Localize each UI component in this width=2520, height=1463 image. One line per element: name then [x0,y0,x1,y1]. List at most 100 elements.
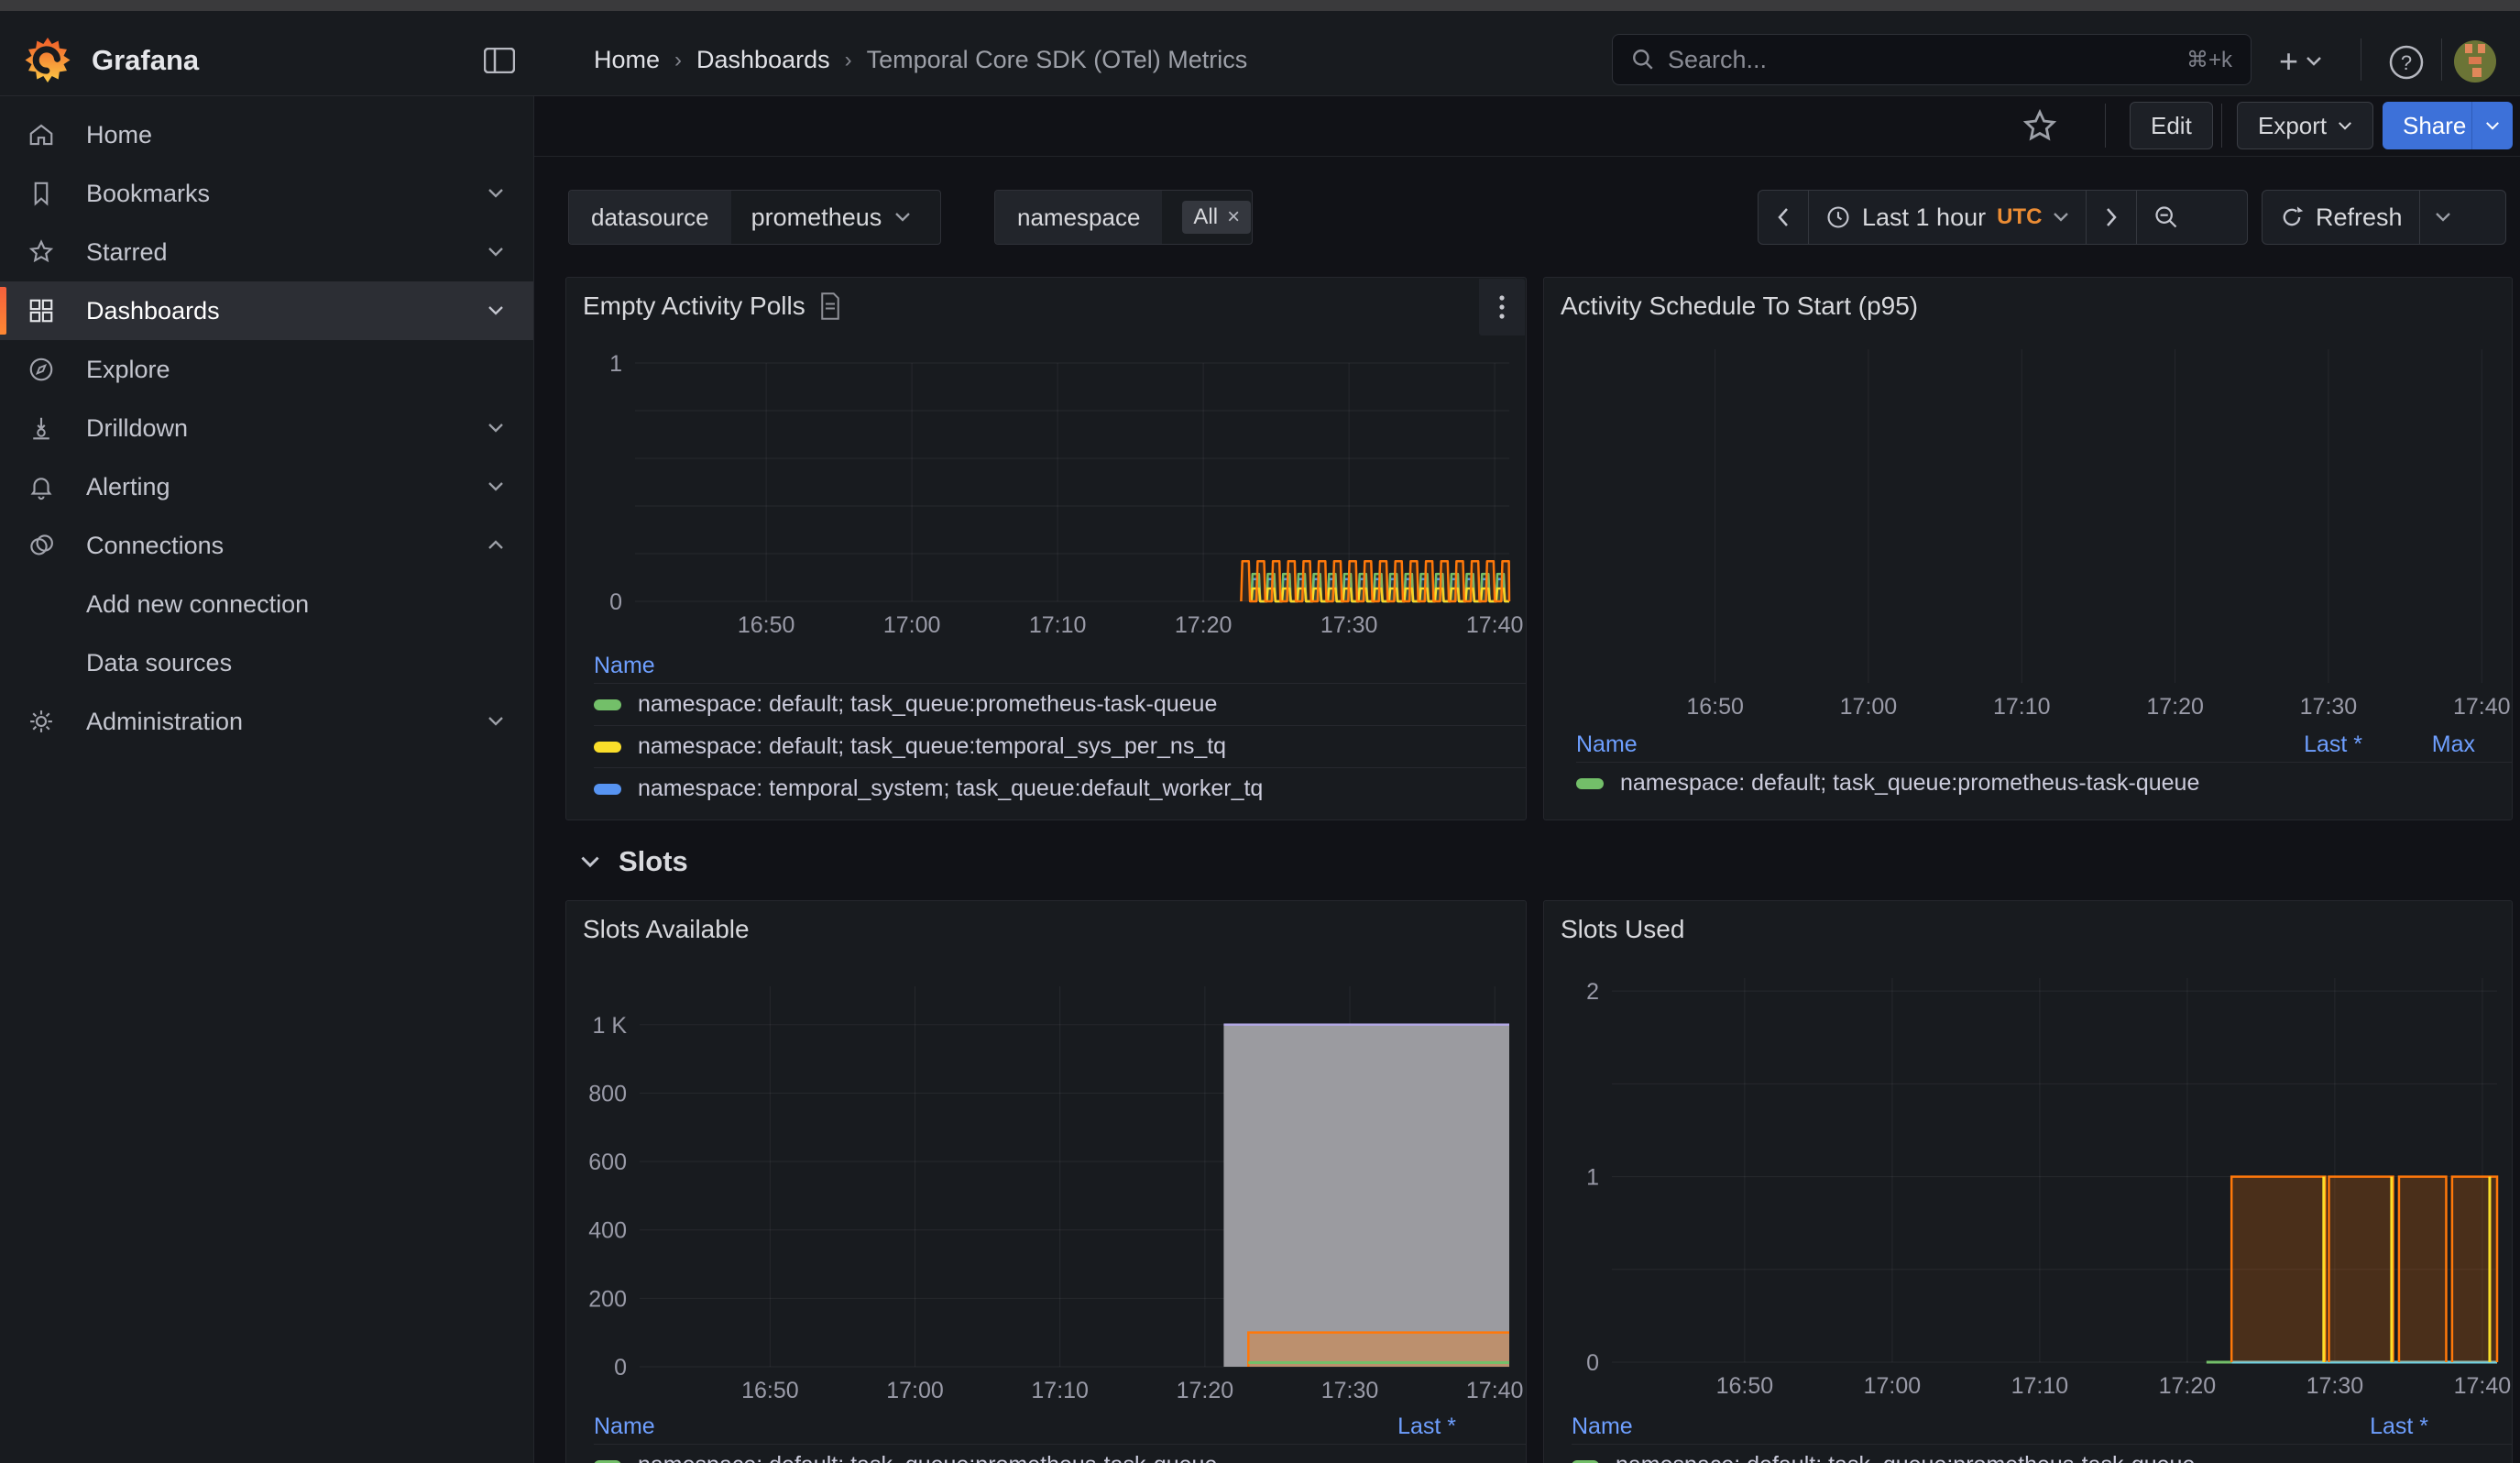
row-slots[interactable]: Slots [580,845,688,878]
series-color-pill[interactable] [594,742,621,753]
refresh-interval-dropdown[interactable] [2420,191,2466,244]
activity-schedule-chart[interactable]: 16:5017:0017:1017:2017:3017:40 [1544,340,2512,725]
panel-menu-button[interactable] [1479,279,1525,336]
datasource-value-dropdown[interactable]: prometheus [731,191,932,244]
search-icon [1631,48,1655,72]
sidebar-item-drilldown[interactable]: Drilldown [0,399,533,457]
dock-sidebar-icon[interactable] [484,48,515,73]
plus-icon: + [2279,42,2298,81]
legend-row[interactable]: namespace: temporal_system; task_queue:d… [594,767,1526,809]
svg-text:17:20: 17:20 [1177,1378,1234,1403]
refresh-button[interactable]: Refresh [2263,191,2420,244]
section-title: Slots [619,845,688,878]
zoom-out-button[interactable] [2137,191,2196,244]
chevron-down-icon [580,855,600,869]
svg-text:17:30: 17:30 [1320,612,1378,638]
export-button[interactable]: Export [2237,102,2373,149]
refresh-group: Refresh [2262,190,2506,245]
drilldown-icon [27,414,55,442]
svg-text:17:20: 17:20 [2159,1373,2217,1396]
series-color-pill[interactable] [1572,1460,1599,1463]
svg-text:0: 0 [609,589,622,615]
sidebar-item-home[interactable]: Home [0,105,533,164]
grafana-logo[interactable] [22,33,73,94]
series-color-pill[interactable] [594,1460,621,1463]
panel-title[interactable]: Empty Activity Polls [583,292,805,321]
panel-legend: Name namespace: default; task_queue:prom… [566,648,1526,809]
sidebar-item-administration[interactable]: Administration [0,692,533,751]
sidebar-item-add-new-connection[interactable]: Add new connection [0,575,533,633]
zoom-out-icon [2153,204,2179,230]
chevron-down-icon[interactable] [488,247,504,258]
panel-slots-available: Slots Available 16:5017:0017:1017:2017:3… [565,900,1527,1463]
help-icon[interactable]: ? [2388,44,2425,81]
legend-row[interactable]: namespace: default; task_queue:prometheu… [1576,762,2512,804]
legend-column-name[interactable]: Name [594,653,1489,679]
legend-column-name[interactable]: Name [1572,1414,2370,1440]
svg-text:17:00: 17:00 [1864,1373,1922,1396]
legend-row[interactable]: namespace: default; task_queue:temporal_… [594,725,1526,767]
panel-header: Empty Activity Polls [566,278,1526,335]
namespace-label: namespace [995,191,1162,244]
sidebar-item-bookmarks[interactable]: Bookmarks [0,164,533,223]
panel-description-icon[interactable] [818,292,842,320]
legend-row[interactable]: namespace: default; task_queue:prometheu… [594,1444,1526,1463]
edit-button[interactable]: Edit [2130,102,2213,149]
breadcrumb-home[interactable]: Home [594,46,660,74]
search-input[interactable]: Search... ⌘+k [1612,34,2252,85]
sidebar-item-dashboards[interactable]: Dashboards [0,281,533,340]
legend-column-max[interactable]: Max [2362,732,2475,758]
svg-text:17:20: 17:20 [1175,612,1233,638]
legend-row[interactable]: namespace: default; task_queue:prometheu… [594,683,1526,725]
favorite-star-icon[interactable] [2021,107,2059,146]
namespace-all-chip[interactable]: All × [1182,201,1251,234]
chevron-down-icon[interactable] [488,188,504,199]
panel-title[interactable]: Slots Used [1561,915,1684,944]
time-shift-back-button[interactable] [1759,191,1809,244]
chevron-up-icon[interactable] [488,540,504,551]
namespace-variable: namespace All × ✕ [994,190,1253,245]
svg-text:0: 0 [614,1355,627,1380]
time-range-picker[interactable]: Last 1 hour UTC [1809,191,2087,244]
panel-title[interactable]: Slots Available [583,915,750,944]
dashboard-toolbar: Edit Export Share [534,96,2520,157]
legend-column-name[interactable]: Name [594,1414,1397,1440]
sidebar-item-alerting[interactable]: Alerting [0,457,533,516]
chevron-down-icon[interactable] [488,423,504,434]
new-button[interactable]: + [2279,42,2322,81]
sidebar-item-data-sources[interactable]: Data sources [0,633,533,692]
chevron-down-icon[interactable] [488,481,504,492]
svg-text:17:00: 17:00 [886,1378,944,1403]
svg-text:17:10: 17:10 [1029,612,1087,638]
legend-column-last[interactable]: Last * [2370,1414,2428,1440]
series-color-pill[interactable] [1576,778,1604,789]
breadcrumb-dashboards[interactable]: Dashboards [696,46,830,74]
legend-column-name[interactable]: Name [1576,732,2225,758]
slots-available-chart[interactable]: 16:5017:0017:1017:2017:3017:401 K8006004… [566,974,1526,1405]
clock-icon [1825,204,1851,230]
slots-used-chart[interactable]: 16:5017:0017:1017:2017:3017:40210 [1544,965,2512,1396]
series-color-pill[interactable] [594,699,621,710]
panel-header: Activity Schedule To Start (p95) [1544,278,2512,335]
user-avatar[interactable] [2454,40,2496,82]
timezone-label: UTC [1997,204,2042,230]
svg-text:1: 1 [1586,1165,1599,1191]
remove-value-icon[interactable]: × [1227,204,1240,230]
svg-text:17:10: 17:10 [1993,694,2051,720]
sidebar-item-explore[interactable]: Explore [0,340,533,399]
share-options-button[interactable] [2471,102,2513,149]
panel-title[interactable]: Activity Schedule To Start (p95) [1561,292,1918,321]
legend-column-last[interactable]: Last * [1397,1414,1456,1440]
sidebar-item-starred[interactable]: Starred [0,223,533,281]
series-color-pill[interactable] [594,784,621,795]
legend-row[interactable]: namespace: default; task_queue:prometheu… [1572,1444,2512,1463]
namespace-value-dropdown[interactable]: All × ✕ [1162,191,1253,244]
panel-header: Slots Available [566,901,1526,958]
empty-activity-polls-chart[interactable]: 16:5017:0017:1017:2017:3017:4010 [566,349,1526,644]
chevron-down-icon[interactable] [488,716,504,727]
legend-column-last[interactable]: Last * [2225,732,2362,758]
time-shift-forward-button[interactable] [2087,191,2137,244]
sidebar-item-connections[interactable]: Connections [0,516,533,575]
home-icon [27,121,55,148]
chevron-down-icon[interactable] [488,305,504,316]
